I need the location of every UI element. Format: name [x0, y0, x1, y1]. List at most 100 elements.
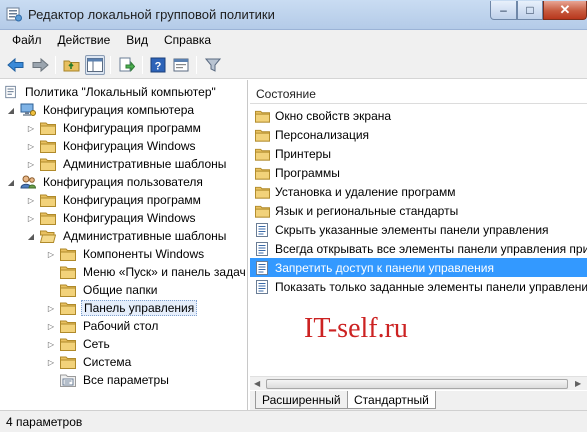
folder-icon: [40, 140, 56, 153]
forward-arrow-icon: [32, 57, 49, 73]
list-item-label: Запретить доступ к панели управления: [275, 260, 494, 275]
properties-icon: [173, 58, 189, 72]
tree-node-label: Конфигурация программ: [63, 193, 201, 207]
folder-icon: [60, 356, 76, 369]
scroll-left-icon[interactable]: ◀: [254, 379, 260, 388]
tree-node-network[interactable]: ▷ Сеть: [46, 335, 112, 353]
collapsed-arrow-icon[interactable]: ▷: [46, 249, 56, 259]
tree-node-label: Конфигурация компьютера: [43, 103, 195, 117]
help-button[interactable]: ?: [148, 55, 168, 75]
tree-node-user-config[interactable]: ◢ Конфигурация пользователя: [6, 173, 205, 191]
policy-setting-icon: [256, 260, 268, 275]
list-item[interactable]: Принтеры: [250, 144, 587, 163]
minimize-button[interactable]: –: [490, 1, 517, 20]
tree-node-desktop[interactable]: ▷ Рабочий стол: [46, 317, 160, 335]
list-item[interactable]: Программы: [250, 163, 587, 182]
list-item-label: Окно свойств экрана: [275, 108, 392, 123]
expanded-arrow-icon[interactable]: ◢: [26, 231, 36, 241]
collapsed-arrow-icon[interactable]: ▷: [26, 195, 36, 205]
filter-icon: [205, 58, 221, 72]
list-item-label: Язык и региональные стандарты: [275, 203, 459, 218]
export-list-button[interactable]: [117, 55, 137, 75]
help-icon: ?: [150, 57, 166, 73]
collapsed-arrow-icon[interactable]: ▷: [26, 141, 36, 151]
expanded-arrow-icon[interactable]: ◢: [6, 105, 16, 115]
details-pane: Состояние Окно свойств экрана Персонализ…: [250, 80, 587, 410]
folder-icon: [40, 122, 56, 135]
folder-icon: [40, 158, 56, 171]
tree-node-computer-config[interactable]: ◢ Конфигурация компьютера: [6, 101, 196, 119]
tree-node-label: Меню «Пуск» и панель задач: [83, 265, 246, 279]
tree-node-local-policy[interactable]: Политика "Локальный компьютер": [4, 83, 218, 101]
maximize-button[interactable]: □: [517, 1, 543, 20]
list-item[interactable]: Скрыть указанные элементы панели управле…: [250, 220, 587, 239]
collapsed-arrow-icon[interactable]: ▷: [46, 303, 56, 313]
collapsed-arrow-icon[interactable]: ▷: [26, 213, 36, 223]
tree-node-admin-templates[interactable]: ▷ Административные шаблоны: [26, 155, 228, 173]
folder-icon: [255, 110, 270, 123]
tree-node-user-windows-settings[interactable]: ▷ Конфигурация Windows: [26, 209, 198, 227]
tree-node-windows-components[interactable]: ▷ Компоненты Windows: [46, 245, 206, 263]
tree-node-user-admin-templates[interactable]: ◢ Административные шаблоны: [26, 227, 228, 245]
folder-icon: [60, 302, 76, 315]
folder-icon: [60, 320, 76, 333]
all-settings-icon: [60, 374, 76, 387]
properties-button[interactable]: [171, 55, 191, 75]
folder-icon: [40, 212, 56, 225]
list-item-label: Показать только заданные элементы панели…: [275, 279, 587, 294]
horizontal-scrollbar[interactable]: ◀ ▶: [250, 376, 587, 390]
tree-node-shared-folders[interactable]: Общие папки: [60, 281, 159, 299]
list-item[interactable]: Всегда открывать все элементы панели упр…: [250, 239, 587, 258]
folder-icon: [60, 284, 76, 297]
tree-node-start-menu[interactable]: Меню «Пуск» и панель задач: [60, 263, 247, 281]
menu-help[interactable]: Справка: [158, 30, 217, 51]
menu-action[interactable]: Действие: [52, 30, 117, 51]
list-item[interactable]: Установка и удаление программ: [250, 182, 587, 201]
tree-node-label: Конфигурация Windows: [63, 139, 196, 153]
collapsed-arrow-icon[interactable]: ▷: [26, 159, 36, 169]
tree-node-all-settings[interactable]: Все параметры: [60, 371, 171, 389]
scroll-right-icon[interactable]: ▶: [575, 379, 581, 388]
tree-node-label: Политика "Локальный компьютер": [25, 85, 216, 99]
policy-setting-icon: [256, 222, 268, 237]
filter-button[interactable]: [203, 55, 223, 75]
tree-node-user-software-settings[interactable]: ▷ Конфигурация программ: [26, 191, 203, 209]
close-button[interactable]: ✕: [543, 1, 587, 20]
list-item[interactable]: Показать только заданные элементы панели…: [250, 277, 587, 296]
list-item-label: Персонализация: [275, 127, 370, 142]
scrollbar-thumb[interactable]: [266, 379, 568, 389]
back-arrow-icon: [7, 57, 24, 73]
menu-view[interactable]: Вид: [120, 30, 154, 51]
tree-node-control-panel[interactable]: ▷ Панель управления: [46, 299, 198, 317]
tab-standard[interactable]: Стандартный: [347, 391, 436, 409]
tree-node-system[interactable]: ▷ Система: [46, 353, 133, 371]
collapsed-arrow-icon[interactable]: ▷: [46, 321, 56, 331]
expanded-arrow-icon[interactable]: ◢: [6, 177, 16, 187]
list-item-label: Всегда открывать все элементы панели упр…: [275, 241, 587, 256]
collapsed-arrow-icon[interactable]: ▷: [26, 123, 36, 133]
list-item[interactable]: Язык и региональные стандарты: [250, 201, 587, 220]
maximize-icon: □: [526, 3, 534, 17]
forward-button[interactable]: [30, 55, 50, 75]
folder-icon: [40, 194, 56, 207]
folder-icon: [255, 148, 270, 161]
tree-node-label: Конфигурация пользователя: [43, 175, 203, 189]
tree-node-windows-settings[interactable]: ▷ Конфигурация Windows: [26, 137, 198, 155]
show-hide-tree-button[interactable]: [85, 55, 105, 75]
status-bar: 4 параметров: [0, 410, 587, 432]
folder-icon: [60, 248, 76, 261]
tab-extended[interactable]: Расширенный: [255, 391, 348, 409]
tree-node-software-settings[interactable]: ▷ Конфигурация программ: [26, 119, 203, 137]
folder-icon: [255, 167, 270, 180]
list-item[interactable]: Персонализация: [250, 125, 587, 144]
collapsed-arrow-icon[interactable]: ▷: [46, 357, 56, 367]
list-item-selected[interactable]: Запретить доступ к панели управления: [250, 258, 587, 277]
collapsed-arrow-icon[interactable]: ▷: [46, 339, 56, 349]
back-button[interactable]: [6, 55, 26, 75]
tree-node-label: Административные шаблоны: [63, 157, 227, 171]
column-header-state[interactable]: Состояние: [250, 84, 587, 104]
menu-file[interactable]: Файл: [6, 30, 48, 51]
list-item[interactable]: Окно свойств экрана: [250, 106, 587, 125]
up-button[interactable]: [62, 55, 82, 75]
console-tree: Политика "Локальный компьютер" ◢ Конфигу…: [0, 80, 248, 410]
